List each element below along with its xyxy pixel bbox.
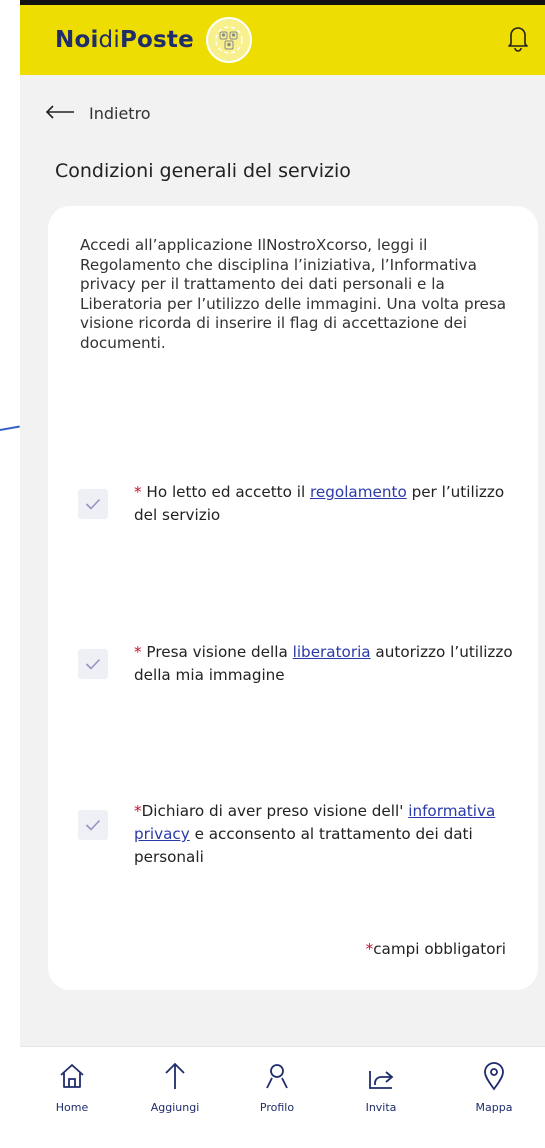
tab-label: Invita xyxy=(365,1101,397,1114)
back-button[interactable]: Indietro xyxy=(45,104,151,123)
map-pin-icon xyxy=(484,1062,504,1091)
arrow-up-icon xyxy=(165,1062,185,1089)
tab-label: Home xyxy=(55,1101,89,1114)
person-icon xyxy=(266,1064,288,1089)
page-title: Condizioni generali del servizio xyxy=(55,160,351,182)
share-icon xyxy=(369,1071,394,1089)
phone-screen: NoidiPoste Indietro Condizioni generali … xyxy=(20,0,545,1148)
tab-profilo[interactable]: Profilo xyxy=(242,1061,312,1114)
consent-text-part: Dichiaro di aver preso visione dell' xyxy=(141,802,409,820)
tab-mappa[interactable]: Mappa xyxy=(459,1061,529,1114)
regolamento-link[interactable]: regolamento xyxy=(310,483,407,501)
tab-label: Aggiungi xyxy=(150,1101,200,1114)
community-logo-icon xyxy=(205,17,252,63)
tab-label: Profilo xyxy=(259,1101,295,1114)
consent-text: * Presa visione della liberatoria autori… xyxy=(134,641,522,687)
liberatoria-link[interactable]: liberatoria xyxy=(293,643,371,661)
tab-aggiungi[interactable]: Aggiungi xyxy=(140,1061,210,1114)
bottom-tab-bar: Home Aggiungi Profilo Invita Mappa xyxy=(20,1046,545,1148)
consent-text: *Dichiaro di aver preso visione dell' in… xyxy=(134,800,522,869)
tab-invita[interactable]: Invita xyxy=(346,1061,416,1114)
back-label: Indietro xyxy=(89,104,151,123)
consent-text-part: Presa visione della xyxy=(141,643,293,661)
required-fields-note: *campi obbligatori xyxy=(366,940,506,958)
required-asterisk: * xyxy=(134,483,142,501)
checkbox-privacy[interactable] xyxy=(78,810,108,840)
app-logo[interactable]: NoidiPoste xyxy=(55,27,194,53)
required-note-text: campi obbligatori xyxy=(373,940,506,958)
check-icon xyxy=(85,498,101,510)
consent-text: * Ho letto ed accetto il regolamento per… xyxy=(134,481,522,527)
logo-part-poste: Poste xyxy=(119,27,194,53)
arrow-left-icon xyxy=(45,104,75,123)
intro-text: Accedi all’applicazione IlNostroXcorso, … xyxy=(80,236,507,352)
required-asterisk: * xyxy=(134,802,142,820)
consent-text-part: Ho letto ed accetto il xyxy=(141,483,311,501)
terms-card: Accedi all’applicazione IlNostroXcorso, … xyxy=(48,206,538,990)
required-asterisk: * xyxy=(134,643,142,661)
home-icon xyxy=(60,1064,84,1088)
checkbox-regolamento[interactable] xyxy=(78,489,108,519)
annotation-line xyxy=(0,425,20,431)
tab-home[interactable]: Home xyxy=(37,1061,107,1114)
check-icon xyxy=(85,658,101,670)
logo-part-di: di xyxy=(98,27,120,53)
check-icon xyxy=(85,819,101,831)
app-header: NoidiPoste xyxy=(20,5,545,75)
checkbox-liberatoria[interactable] xyxy=(78,649,108,679)
logo-part-noi: Noi xyxy=(55,27,99,53)
tab-label: Mappa xyxy=(475,1101,513,1114)
bell-icon[interactable] xyxy=(505,23,531,57)
